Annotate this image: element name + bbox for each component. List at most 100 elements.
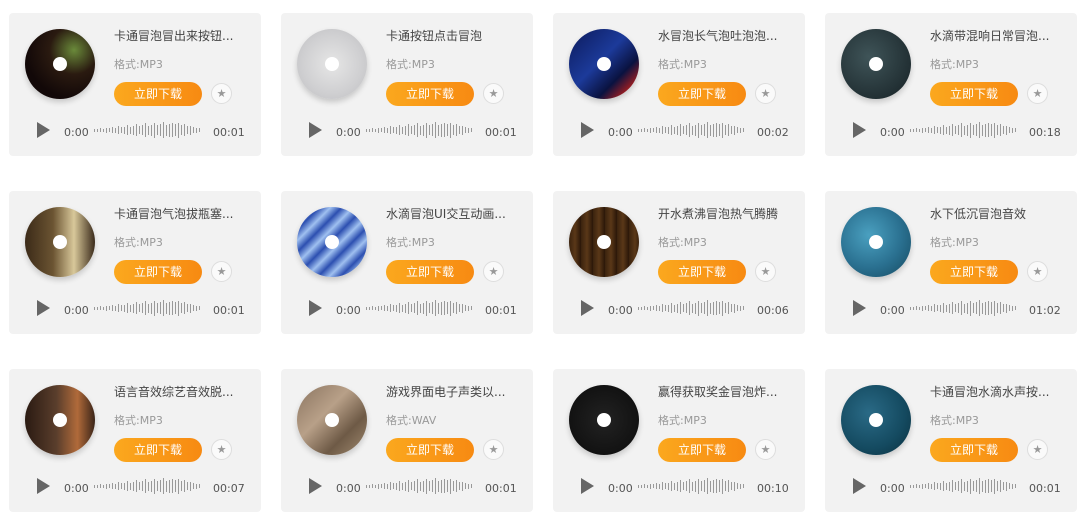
- sound-card[interactable]: 水冒泡长气泡吐泡泡... 格式:MP3 立即下载 ★ 0:00 00:02: [553, 13, 805, 156]
- sound-title[interactable]: 水滴带混响日常冒泡...: [930, 27, 1065, 44]
- sound-title[interactable]: 水滴冒泡UI交互动画...: [386, 205, 521, 222]
- album-disc[interactable]: [841, 29, 911, 99]
- album-disc[interactable]: [569, 207, 639, 277]
- play-icon[interactable]: [37, 300, 50, 316]
- sound-title[interactable]: 赢得获取奖金冒泡炸...: [658, 383, 793, 400]
- sound-card[interactable]: 开水煮沸冒泡热气腾腾 格式:MP3 立即下载 ★ 0:00 00:06: [553, 191, 805, 334]
- sound-title[interactable]: 游戏界面电子声类以...: [386, 383, 521, 400]
- sound-title[interactable]: 开水煮沸冒泡热气腾腾: [658, 205, 793, 222]
- waveform-scrubber[interactable]: [910, 477, 1022, 495]
- waveform-bar: [644, 484, 645, 488]
- play-icon[interactable]: [37, 478, 50, 494]
- sound-card[interactable]: 游戏界面电子声类以... 格式:WAV 立即下载 ★ 0:00 00:01: [281, 369, 533, 512]
- sound-title[interactable]: 卡通冒泡水滴水声按...: [930, 383, 1065, 400]
- waveform-scrubber[interactable]: [638, 121, 750, 139]
- download-button[interactable]: 立即下载: [930, 260, 1018, 284]
- star-icon[interactable]: ★: [483, 83, 504, 104]
- star-icon[interactable]: ★: [483, 261, 504, 282]
- star-icon[interactable]: ★: [755, 439, 776, 460]
- sound-title[interactable]: 语言音效综艺音效脱...: [114, 383, 249, 400]
- waveform-scrubber[interactable]: [366, 299, 478, 317]
- waveform-scrubber[interactable]: [910, 121, 1022, 139]
- waveform-bar: [961, 123, 962, 137]
- waveform-bar: [692, 125, 693, 135]
- play-icon[interactable]: [309, 122, 322, 138]
- current-time: 0:00: [608, 126, 633, 139]
- download-button[interactable]: 立即下载: [386, 82, 474, 106]
- play-icon[interactable]: [309, 300, 322, 316]
- play-icon[interactable]: [581, 478, 594, 494]
- waveform-bar: [181, 125, 182, 135]
- play-icon[interactable]: [853, 300, 866, 316]
- sound-card[interactable]: 赢得获取奖金冒泡炸... 格式:MP3 立即下载 ★ 0:00 00:10: [553, 369, 805, 512]
- sound-title[interactable]: 卡通冒泡气泡拔瓶塞...: [114, 205, 249, 222]
- sound-card[interactable]: 水滴带混响日常冒泡... 格式:MP3 立即下载 ★ 0:00 00:18: [825, 13, 1077, 156]
- album-disc[interactable]: [297, 29, 367, 99]
- sound-card[interactable]: 卡通冒泡水滴水声按... 格式:MP3 立即下载 ★ 0:00 00:01: [825, 369, 1077, 512]
- album-disc[interactable]: [297, 207, 367, 277]
- download-button[interactable]: 立即下载: [386, 260, 474, 284]
- album-disc[interactable]: [297, 385, 367, 455]
- album-disc[interactable]: [25, 29, 95, 99]
- download-button[interactable]: 立即下载: [930, 82, 1018, 106]
- sound-card[interactable]: 卡通冒泡气泡拔瓶塞... 格式:MP3 立即下载 ★ 0:00 00:01: [9, 191, 261, 334]
- download-button[interactable]: 立即下载: [114, 438, 202, 462]
- star-icon[interactable]: ★: [755, 83, 776, 104]
- download-button[interactable]: 立即下载: [114, 82, 202, 106]
- album-disc[interactable]: [25, 385, 95, 455]
- sound-title[interactable]: 水冒泡长气泡吐泡泡...: [658, 27, 793, 44]
- star-icon[interactable]: ★: [211, 439, 232, 460]
- play-icon[interactable]: [37, 122, 50, 138]
- sound-card[interactable]: 语言音效综艺音效脱... 格式:MP3 立即下载 ★ 0:00 00:07: [9, 369, 261, 512]
- sound-card[interactable]: 卡通冒泡冒出来按钮... 格式:MP3 立即下载 ★ 0:00 00:01: [9, 13, 261, 156]
- play-icon[interactable]: [853, 122, 866, 138]
- play-icon[interactable]: [309, 478, 322, 494]
- album-disc[interactable]: [569, 385, 639, 455]
- waveform-scrubber[interactable]: [638, 477, 750, 495]
- download-button[interactable]: 立即下载: [658, 260, 746, 284]
- duration: 00:01: [485, 482, 517, 495]
- star-icon[interactable]: ★: [211, 261, 232, 282]
- star-icon[interactable]: ★: [483, 439, 504, 460]
- waveform-bar: [184, 480, 185, 492]
- waveform-scrubber[interactable]: [94, 121, 206, 139]
- waveform-scrubber[interactable]: [366, 477, 478, 495]
- album-disc[interactable]: [841, 385, 911, 455]
- star-icon[interactable]: ★: [1027, 439, 1048, 460]
- download-button[interactable]: 立即下载: [658, 82, 746, 106]
- waveform-bar: [109, 484, 110, 488]
- sound-card[interactable]: 水下低沉冒泡音效 格式:MP3 立即下载 ★ 0:00 01:02: [825, 191, 1077, 334]
- sound-title[interactable]: 卡通按钮点击冒泡: [386, 27, 521, 44]
- download-button[interactable]: 立即下载: [658, 438, 746, 462]
- star-icon[interactable]: ★: [211, 83, 232, 104]
- download-button[interactable]: 立即下载: [386, 438, 474, 462]
- waveform-bar: [997, 303, 998, 313]
- sound-card[interactable]: 卡通按钮点击冒泡 格式:MP3 立即下载 ★ 0:00 00:01: [281, 13, 533, 156]
- waveform-scrubber[interactable]: [638, 299, 750, 317]
- waveform-scrubber[interactable]: [94, 477, 206, 495]
- waveform-scrubber[interactable]: [366, 121, 478, 139]
- waveform-bar: [160, 480, 161, 492]
- waveform-bar: [979, 122, 980, 138]
- album-disc[interactable]: [841, 207, 911, 277]
- play-icon[interactable]: [581, 122, 594, 138]
- waveform-bar: [471, 128, 472, 132]
- star-icon[interactable]: ★: [755, 261, 776, 282]
- play-icon[interactable]: [581, 300, 594, 316]
- waveform-bar: [112, 305, 113, 311]
- album-disc[interactable]: [25, 207, 95, 277]
- star-icon[interactable]: ★: [1027, 261, 1048, 282]
- play-icon[interactable]: [853, 478, 866, 494]
- sound-card[interactable]: 水滴冒泡UI交互动画... 格式:MP3 立即下载 ★ 0:00 00:01: [281, 191, 533, 334]
- sound-title[interactable]: 水下低沉冒泡音效: [930, 205, 1065, 222]
- star-icon[interactable]: ★: [1027, 83, 1048, 104]
- waveform-bar: [982, 302, 983, 314]
- album-disc[interactable]: [569, 29, 639, 99]
- waveform-scrubber[interactable]: [910, 299, 1022, 317]
- download-button[interactable]: 立即下载: [930, 438, 1018, 462]
- sound-title[interactable]: 卡通冒泡冒出来按钮...: [114, 27, 249, 44]
- download-button[interactable]: 立即下载: [114, 260, 202, 284]
- waveform-bar: [1006, 481, 1007, 491]
- waveform-bar: [719, 480, 720, 492]
- waveform-scrubber[interactable]: [94, 299, 206, 317]
